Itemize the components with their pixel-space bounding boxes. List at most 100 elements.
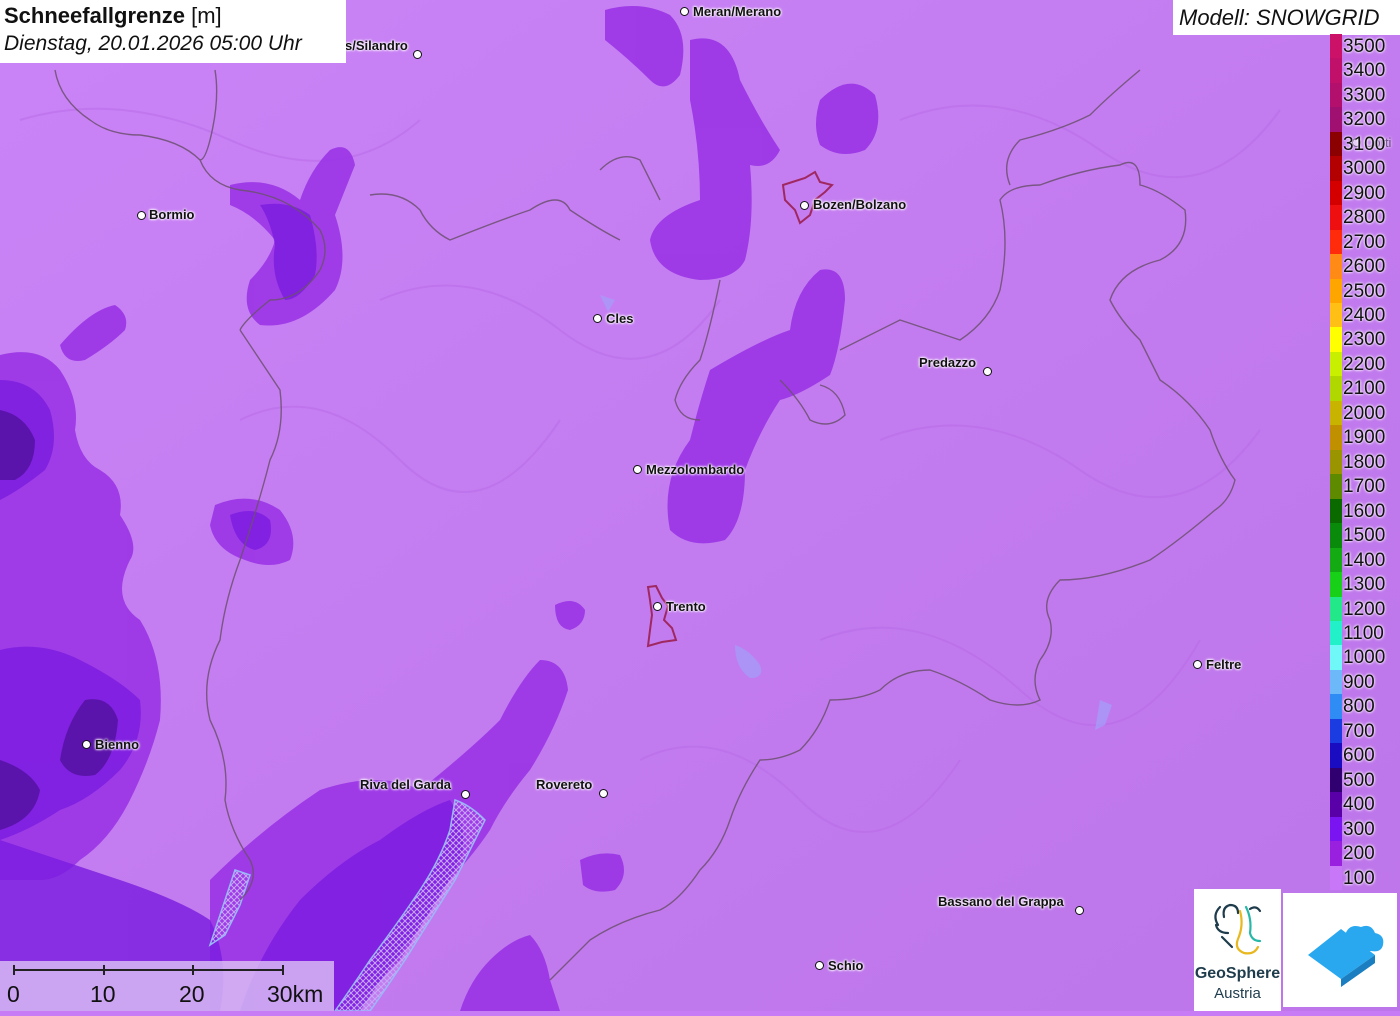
legend-swatch — [1330, 131, 1342, 157]
legend-label: 1600 — [1343, 500, 1386, 522]
city-label[interactable]: Meran/Merano — [693, 5, 781, 19]
city-label[interactable]: s/Silandro — [345, 39, 408, 53]
city-label[interactable]: Feltre — [1206, 658, 1241, 672]
scale-label: 30km — [267, 981, 324, 1007]
legend-item: 500 — [1328, 767, 1400, 793]
legend-item: 2600 — [1328, 254, 1400, 279]
city-label[interactable]: Riva del Garda — [360, 778, 451, 792]
legend-item: 3200 — [1328, 107, 1400, 132]
feltre-dot — [1193, 660, 1202, 669]
legend-item: 3000 — [1328, 156, 1400, 181]
legend-swatch — [1330, 82, 1342, 108]
legend-label: 1100 — [1343, 622, 1384, 644]
city-label[interactable]: Schio — [828, 959, 863, 973]
scale-label: 20 — [179, 981, 205, 1007]
title-unit: [m] — [191, 3, 222, 28]
legend-swatch — [1330, 449, 1342, 475]
legend-label: 2500 — [1343, 280, 1386, 302]
legend-swatch — [1330, 205, 1342, 230]
legend-swatch — [1330, 376, 1342, 401]
legend-item: 200 — [1328, 841, 1400, 866]
legend-swatch — [1330, 743, 1342, 768]
legend-item: 1300 — [1328, 572, 1400, 597]
legend-item: 3300 — [1328, 82, 1400, 108]
legend-item: 2400 — [1328, 303, 1400, 328]
legend-label: 2300 — [1343, 329, 1386, 351]
city-label[interactable]: Bienno — [95, 738, 139, 752]
legend-label: 1900 — [1343, 427, 1386, 449]
legend-swatch — [1330, 669, 1342, 695]
cles-dot — [593, 314, 602, 323]
city-label[interactable]: Mezzolombardo — [646, 463, 744, 477]
legend-label: 3200 — [1343, 109, 1386, 131]
legend-swatch — [1330, 792, 1342, 817]
legend-swatch — [1330, 425, 1342, 450]
legend-label: 3300 — [1343, 84, 1386, 106]
legend-label: 3500 — [1343, 36, 1386, 57]
city-label[interactable]: Bozen/Bolzano — [813, 198, 906, 212]
legend-item: 2200 — [1328, 351, 1400, 377]
legend-label: 800 — [1343, 696, 1375, 718]
legend-label: 1200 — [1343, 598, 1386, 620]
legend-label: 1300 — [1343, 574, 1386, 596]
legend-label: 300 — [1343, 818, 1375, 840]
city-label[interactable]: Predazzo — [919, 356, 976, 370]
legend-swatch — [1330, 620, 1342, 646]
legend-swatch — [1330, 498, 1342, 524]
legend-item: 1100 — [1328, 620, 1400, 646]
scale-label: 10 — [90, 981, 116, 1007]
legend-item: 1200 — [1328, 596, 1400, 621]
legend-label: 600 — [1343, 745, 1375, 767]
legend-label: 500 — [1343, 769, 1375, 791]
color-legend: 3500 3400 3300 3200 3100 3000 2900 2800 2700 2600… — [1328, 34, 1400, 890]
app-logo[interactable] — [1283, 893, 1397, 1007]
geosphere-logo[interactable]: GeoSphere Austria — [1194, 889, 1281, 1011]
riva-dot — [461, 790, 470, 799]
legend-swatch — [1330, 229, 1342, 255]
title-text: Schneefallgrenze — [4, 3, 185, 28]
legend-label: 2400 — [1343, 305, 1386, 327]
legend-swatch — [1330, 694, 1342, 719]
legend-label: 2600 — [1343, 256, 1386, 278]
meran-dot — [680, 7, 689, 16]
legend-swatch — [1330, 841, 1342, 866]
legend-swatch — [1330, 596, 1342, 621]
legend-item: 600 — [1328, 743, 1400, 768]
legend-swatch — [1330, 34, 1342, 59]
legend-label: 3400 — [1343, 60, 1386, 82]
city-label[interactable]: Trento — [666, 600, 706, 614]
legend-swatch — [1330, 156, 1342, 181]
legend-label: 1000 — [1343, 647, 1386, 669]
legend-label: 3100 — [1343, 133, 1386, 155]
legend-label: 2200 — [1343, 353, 1386, 375]
legend-item: 3400 — [1328, 58, 1400, 83]
legend-label: 2800 — [1343, 207, 1386, 229]
scale-bar: 0 10 20 30km — [0, 961, 334, 1011]
legend-item: 1500 — [1328, 523, 1400, 548]
city-label[interactable]: Bassano del Grappa — [938, 895, 1064, 909]
legend-label: 2100 — [1343, 378, 1386, 400]
legend-item: 2300 — [1328, 327, 1400, 352]
legend-swatch — [1330, 278, 1342, 304]
legend-label: 2900 — [1343, 182, 1386, 204]
legend-item: 2100 — [1328, 376, 1400, 401]
geosphere-sub: Austria — [1214, 985, 1261, 1002]
legend-swatch — [1330, 474, 1342, 499]
legend-item: 1900 — [1328, 425, 1400, 450]
legend-swatch — [1330, 767, 1342, 793]
predazzo-dot — [983, 367, 992, 376]
legend-label: 1800 — [1343, 451, 1386, 473]
legend-swatch — [1330, 400, 1342, 426]
schio-dot — [815, 961, 824, 970]
legend-label: 900 — [1343, 671, 1375, 693]
legend-label: 1500 — [1343, 525, 1386, 547]
legend-item: 1800 — [1328, 449, 1400, 475]
city-label[interactable]: Cles — [606, 312, 633, 326]
snowfall-line-map[interactable] — [0, 0, 1400, 1011]
city-label[interactable]: Bormio — [149, 208, 195, 222]
legend-swatch — [1330, 303, 1342, 328]
silandro-dot — [413, 50, 422, 59]
city-label[interactable]: Rovereto — [536, 778, 592, 792]
legend-item: 300 — [1328, 816, 1400, 842]
legend-swatch — [1330, 58, 1342, 83]
